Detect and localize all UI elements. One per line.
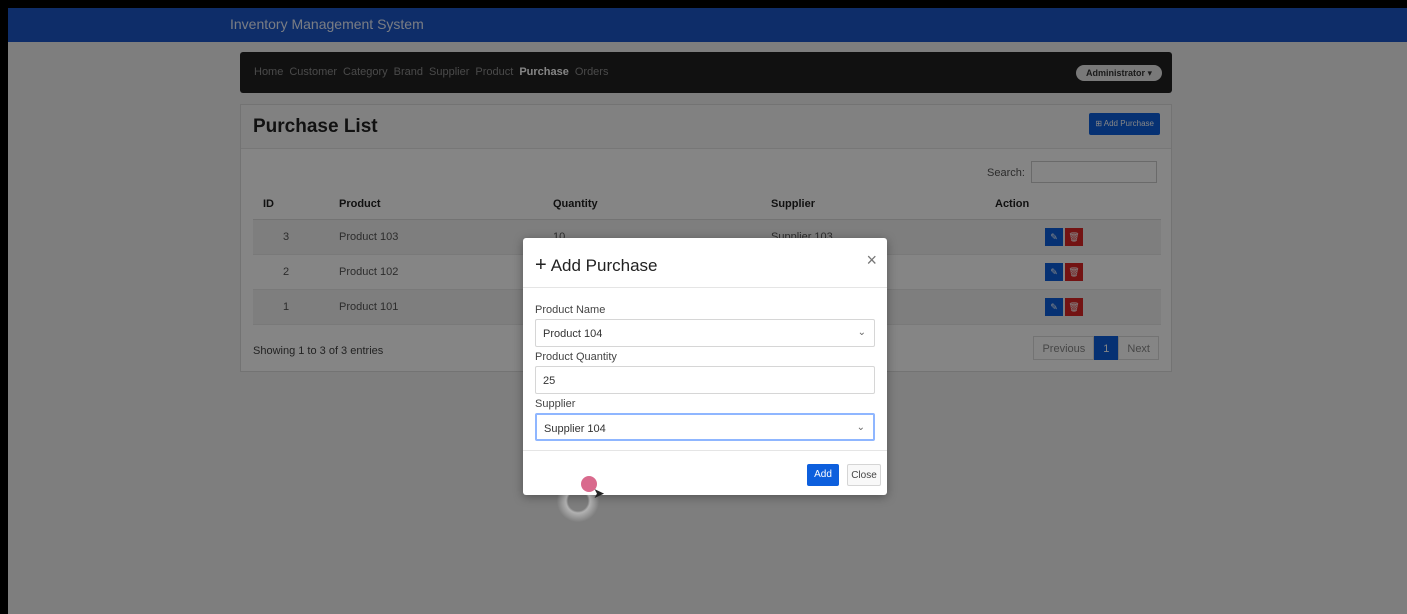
- modal-body: Product Name Product 104 ⌄ Product Quant…: [535, 304, 875, 445]
- product-quantity-label: Product Quantity: [535, 351, 617, 363]
- close-button[interactable]: Close: [847, 464, 881, 486]
- product-name-label: Product Name: [535, 304, 606, 316]
- supplier-label: Supplier: [535, 398, 576, 410]
- product-name-select[interactable]: Product 104 ⌄: [535, 319, 875, 347]
- product-quantity-input[interactable]: 25: [535, 366, 875, 394]
- supplier-select[interactable]: Supplier 104 ⌄: [535, 413, 875, 441]
- add-purchase-modal: + Add Purchase × Product Name Product 104…: [523, 238, 887, 495]
- cursor-icon: ➤: [593, 485, 605, 501]
- chevron-down-icon: ⌄: [857, 327, 866, 338]
- modal-title-text: Add Purchase: [550, 256, 658, 275]
- app-screen: Inventory Management System Home Custome…: [8, 8, 1407, 614]
- add-button[interactable]: Add: [807, 464, 839, 486]
- modal-header: + Add Purchase ×: [523, 238, 887, 288]
- modal-title: + Add Purchase: [535, 254, 657, 277]
- chevron-down-icon: ⌄: [856, 422, 865, 433]
- close-icon[interactable]: ×: [866, 250, 877, 271]
- product-quantity-value: 25: [543, 375, 556, 387]
- supplier-value: Supplier 104: [544, 423, 606, 435]
- product-name-value: Product 104: [543, 328, 603, 340]
- plus-icon: +: [535, 254, 547, 276]
